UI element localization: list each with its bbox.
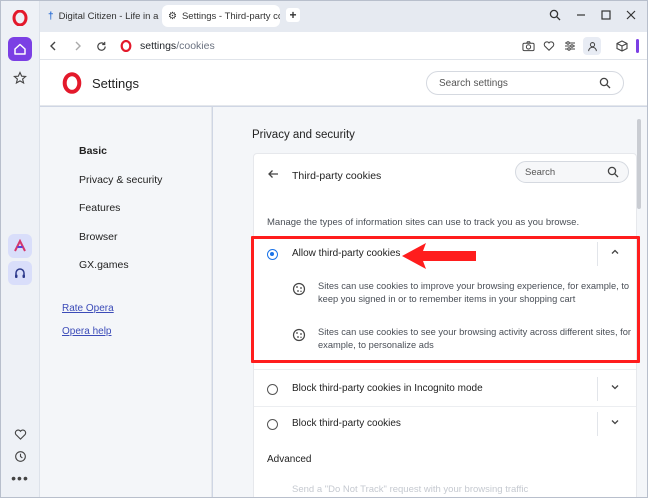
cookies-search-placeholder: Search xyxy=(525,166,556,178)
detail-text: Sites can use cookies to see your browsi… xyxy=(318,327,631,350)
search-icon xyxy=(607,166,619,178)
address-bar[interactable]: settings/cookies xyxy=(120,36,215,56)
divider xyxy=(597,377,598,401)
chevron-down-icon[interactable] xyxy=(610,382,620,395)
search-tabs-icon[interactable] xyxy=(546,6,564,24)
heart-bookmark-icon[interactable] xyxy=(540,37,558,55)
sidebar-item-basic[interactable]: Basic xyxy=(79,145,107,157)
advanced-heading: Advanced xyxy=(267,454,312,465)
back-button[interactable] xyxy=(44,37,62,55)
tab-bar: † Digital Citizen - Life in a digital wo… xyxy=(40,0,648,32)
opera-help-link[interactable]: Opera help xyxy=(62,326,111,337)
settings-main: Privacy and security Third-party cookies… xyxy=(213,107,648,498)
settings-sidebar: Basic Privacy & security Features Browse… xyxy=(40,107,212,498)
tab-label: Settings - Third-party cookies xyxy=(181,10,280,22)
extensions-cube-icon[interactable] xyxy=(613,37,631,55)
allow-detail-2: Sites can use cookies to see your browsi… xyxy=(292,326,632,356)
divider xyxy=(597,242,598,266)
tab-digital-citizen[interactable]: † Digital Citizen - Life in a digital wo… xyxy=(42,5,160,27)
heart-icon[interactable] xyxy=(8,422,32,446)
radio-allow[interactable] xyxy=(267,249,278,260)
search-settings-placeholder: Search settings xyxy=(439,77,508,89)
section-title: Privacy and security xyxy=(252,129,355,141)
sidebar-item-browser[interactable]: Browser xyxy=(79,231,118,243)
sidebar-indicator xyxy=(636,39,639,53)
reload-button[interactable] xyxy=(92,37,110,55)
opera-logo-icon xyxy=(62,72,82,94)
tab-settings-cookies[interactable]: ⚙ Settings - Third-party cookies xyxy=(162,5,280,27)
radio-block-all[interactable] xyxy=(267,419,278,430)
back-arrow-icon[interactable] xyxy=(267,168,279,183)
new-tab-button[interactable]: + xyxy=(286,8,300,22)
option-block-incognito[interactable]: Block third-party cookies in Incognito m… xyxy=(254,372,636,406)
address-toolbar: settings/cookies xyxy=(40,32,648,60)
sidebar-item-features[interactable]: Features xyxy=(79,202,120,214)
card-title: Third-party cookies xyxy=(292,170,382,182)
bookmarks-star-icon[interactable] xyxy=(8,66,32,90)
music-player-icon[interactable] xyxy=(8,261,32,285)
divider xyxy=(597,412,598,436)
sidebar-rail: ••• xyxy=(0,0,40,498)
close-window-button[interactable] xyxy=(622,6,640,24)
easy-setup-icon[interactable] xyxy=(561,37,579,55)
sidebar-item-privacy-security[interactable]: Privacy & security xyxy=(79,174,162,186)
home-icon[interactable] xyxy=(8,37,32,61)
opera-logo-icon[interactable] xyxy=(8,6,32,30)
digital-citizen-favicon-icon: † xyxy=(48,10,54,22)
url-path: /cookies xyxy=(176,40,215,52)
settings-header: Settings Search settings xyxy=(40,60,648,106)
sidebar-item-gx-games[interactable]: GX.games xyxy=(79,259,129,271)
account-icon[interactable] xyxy=(583,37,601,55)
chevron-down-icon[interactable] xyxy=(610,417,620,430)
faded-setting-text: Send a "Do Not Track" request with your … xyxy=(292,484,529,495)
cookies-description: Manage the types of information sites ca… xyxy=(267,217,580,228)
more-options-icon[interactable]: ••• xyxy=(8,466,32,490)
url-host: settings xyxy=(140,40,177,52)
allow-detail-1: Sites can use cookies to improve your br… xyxy=(292,280,632,310)
third-party-cookies-card: Third-party cookies Search Manage the ty… xyxy=(253,153,637,498)
maximize-button[interactable] xyxy=(597,6,615,24)
gear-icon: ⚙ xyxy=(168,10,177,22)
camera-icon[interactable] xyxy=(519,37,537,55)
rate-opera-link[interactable]: Rate Opera xyxy=(62,303,114,314)
cookies-search-input[interactable]: Search xyxy=(515,161,629,183)
aria-app-icon[interactable] xyxy=(8,234,32,258)
option-label: Allow third-party cookies xyxy=(292,248,401,259)
option-allow-third-party-cookies[interactable]: Allow third-party cookies xyxy=(254,237,636,271)
divider xyxy=(254,369,636,370)
cookie-icon xyxy=(292,328,306,342)
detail-text: Sites can use cookies to improve your br… xyxy=(318,281,630,304)
forward-button[interactable] xyxy=(69,37,87,55)
chevron-up-icon[interactable] xyxy=(610,247,620,260)
option-label: Block third-party cookies xyxy=(292,418,401,429)
radio-block-incognito[interactable] xyxy=(267,384,278,395)
minimize-button[interactable] xyxy=(572,6,590,24)
search-icon xyxy=(599,77,611,89)
option-label: Block third-party cookies in Incognito m… xyxy=(292,383,483,394)
page-title: Settings xyxy=(92,76,139,91)
scrollbar[interactable] xyxy=(637,119,641,209)
tab-label: Digital Citizen - Life in a digital worl… xyxy=(58,10,160,22)
opera-url-icon xyxy=(120,40,132,52)
history-clock-icon[interactable] xyxy=(8,444,32,468)
option-block-third-party[interactable]: Block third-party cookies xyxy=(254,407,636,441)
search-settings-input[interactable]: Search settings xyxy=(426,71,624,95)
cookie-icon xyxy=(292,282,306,296)
